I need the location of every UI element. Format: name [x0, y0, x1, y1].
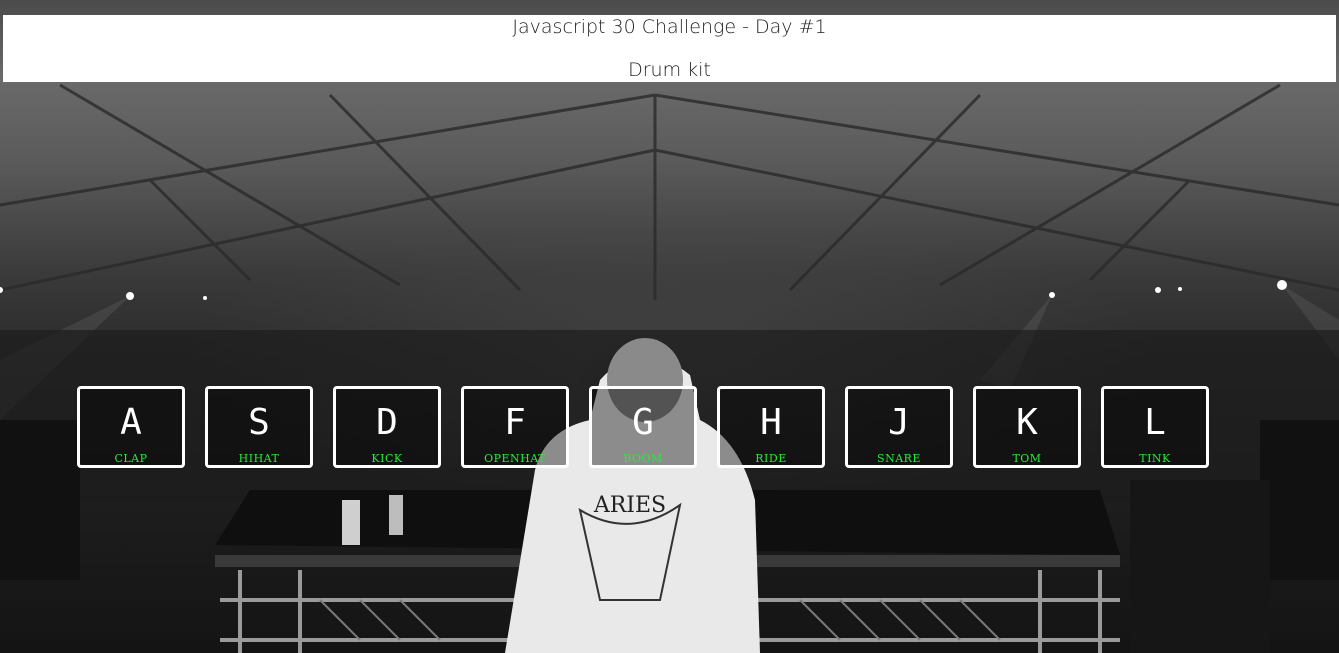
page-subtitle: Drum kit [628, 59, 711, 81]
sound-label: CLAP [114, 452, 148, 465]
key-s-hihat[interactable]: S HIHAT [205, 386, 313, 468]
background-image: ARIES [0, 0, 1339, 653]
key-d-kick[interactable]: D KICK [333, 386, 441, 468]
key-k-tom[interactable]: K TOM [973, 386, 1081, 468]
key-letter: D [376, 402, 398, 443]
sound-label: BOOM [623, 452, 663, 465]
sound-label: HIHAT [238, 452, 280, 465]
key-letter: A [120, 402, 142, 443]
key-a-clap[interactable]: A CLAP [77, 386, 185, 468]
key-l-tink[interactable]: L TINK [1101, 386, 1209, 468]
sound-label: RIDE [755, 452, 787, 465]
key-h-ride[interactable]: H RIDE [717, 386, 825, 468]
key-letter: L [1144, 402, 1166, 443]
sound-label: TOM [1012, 452, 1042, 465]
key-j-snare[interactable]: J SNARE [845, 386, 953, 468]
key-letter: K [1016, 402, 1038, 443]
drum-keys: A CLAP S HIHAT D KICK F OPENHAT G BOOM H… [77, 386, 1209, 468]
shirt-print: ARIES [593, 493, 666, 518]
key-letter: J [888, 402, 910, 443]
sound-label: SNARE [877, 452, 921, 465]
key-letter: S [248, 402, 270, 443]
page-title: Javascript 30 Challenge - Day #1 [512, 16, 827, 38]
page-header: Javascript 30 Challenge - Day #1 Drum ki… [3, 15, 1336, 82]
sound-label: KICK [371, 452, 403, 465]
sound-label: TINK [1139, 452, 1171, 465]
key-letter: H [760, 402, 782, 443]
key-letter: F [504, 402, 526, 443]
sound-label: OPENHAT [484, 452, 546, 465]
key-letter: G [632, 402, 654, 443]
key-f-openhat[interactable]: F OPENHAT [461, 386, 569, 468]
key-g-boom[interactable]: G BOOM [589, 386, 697, 468]
